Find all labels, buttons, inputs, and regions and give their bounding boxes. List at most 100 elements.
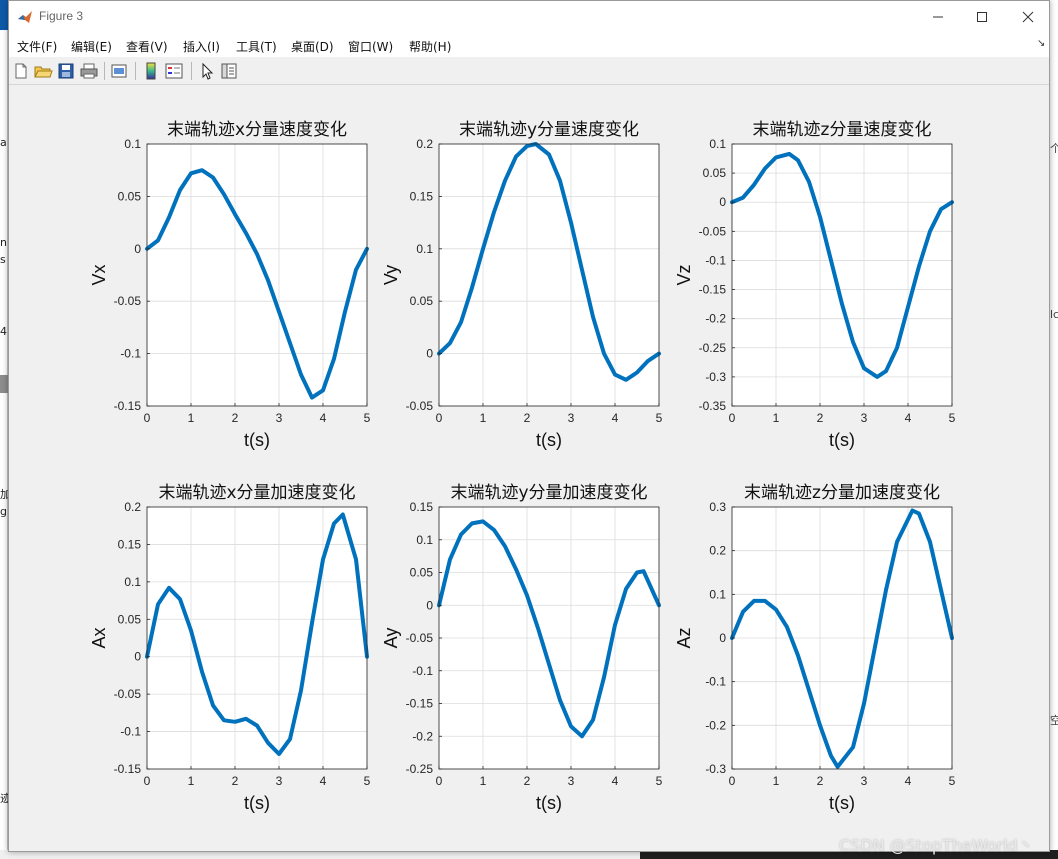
- y-tick-label: 0.05: [410, 566, 434, 580]
- y-tick-label: 0.2: [416, 137, 433, 151]
- y-tick-label: -0.05: [406, 399, 434, 413]
- print-icon[interactable]: [79, 61, 99, 81]
- y-tick-label: 0.05: [118, 612, 142, 626]
- x-tick-label: 3: [861, 774, 868, 788]
- open-file-icon[interactable]: [33, 61, 53, 81]
- x-tick-label: 0: [729, 411, 736, 425]
- toolbar-separator: [104, 62, 105, 80]
- subplot-grid[interactable]: 0 1 2 3 4 50.10.050-0.05-0.1-0.15末端轨迹x分量速度变化t…: [9, 86, 1049, 851]
- x-axis-label: t(s): [244, 430, 270, 450]
- menu-help[interactable]: 帮助(H): [409, 38, 451, 55]
- x-tick-label: 4: [612, 774, 619, 788]
- minimize-icon: [933, 16, 943, 18]
- axes-1[interactable]: 0 1 2 3 4 5 0.1 0.05 0 -0.05 -0.1 -0.15 末端轨迹x分量速度变化 t…: [89, 120, 371, 450]
- x-tick-label: 3: [568, 774, 575, 788]
- x-tick-label: 1: [773, 411, 780, 425]
- watermark: CSDN @StopTheWorld丶: [839, 836, 1034, 855]
- y-tick-label: 0.3: [709, 500, 726, 514]
- axes-background: [732, 144, 952, 406]
- axes-title: 末端轨迹x分量速度变化: [167, 120, 347, 140]
- figure-window: Figure 3 文件(F) 编辑(E) 查看(V) 插入(I) 工具(T) 桌…: [8, 0, 1050, 855]
- x-tick-label: 5: [656, 774, 663, 788]
- menu-tools[interactable]: 工具(T): [236, 38, 277, 55]
- x-tick-label: 5: [656, 411, 663, 425]
- axes-background: [147, 507, 367, 769]
- insert-legend-icon[interactable]: [164, 61, 184, 81]
- y-tick-label: -0.15: [406, 697, 434, 711]
- print-preview-icon[interactable]: [109, 61, 129, 81]
- background-app-left: a n s 4 加 g 迹: [0, 0, 11, 859]
- x-tick-label: 1: [188, 774, 195, 788]
- y-tick-label: 0: [719, 195, 726, 209]
- menu-bar: 文件(F) 编辑(E) 查看(V) 插入(I) 工具(T) 桌面(D) 窗口(W…: [9, 33, 1049, 57]
- y-tick-label: -0.1: [412, 664, 433, 678]
- menu-file[interactable]: 文件(F): [17, 38, 57, 55]
- x-tick-label: 2: [232, 774, 239, 788]
- x-tick-label: 1: [773, 774, 780, 788]
- y-tick-label: 0.1: [416, 242, 433, 256]
- axes-2[interactable]: 0 1 2 3 4 50.20.150.10.050-0.05末端轨迹y分量速度变化t(s…: [381, 120, 663, 450]
- axes-title: 末端轨迹z分量加速度变化: [744, 483, 940, 503]
- x-tick-label: 4: [320, 774, 327, 788]
- menu-window[interactable]: 窗口(W): [348, 38, 393, 55]
- x-tick-label: 4: [905, 411, 912, 425]
- property-inspector-icon[interactable]: [219, 61, 239, 81]
- insert-colorbar-icon[interactable]: [141, 61, 161, 81]
- y-tick-label: -0.25: [406, 762, 434, 776]
- y-tick-label: -0.25: [699, 341, 727, 355]
- axes-3[interactable]: 0 1 2 3 4 5 0.1 0.05 0 -0.05 -0.1 -0.15 -0.2 -0.25 -0.…: [674, 120, 956, 450]
- minimize-button[interactable]: [915, 1, 961, 33]
- y-tick-label: 0.05: [118, 189, 142, 203]
- x-tick-label: 3: [276, 774, 283, 788]
- menu-view[interactable]: 查看(V): [126, 38, 168, 55]
- y-tick-label: -0.2: [705, 718, 726, 732]
- y-tick-label: -0.15: [114, 762, 142, 776]
- background-app-right: 个 lc 空: [1050, 0, 1058, 859]
- x-axis-label: t(s): [536, 793, 562, 813]
- y-tick-label: 0: [719, 631, 726, 645]
- axes-title: 末端轨迹y分量速度变化: [459, 120, 639, 140]
- menu-desktop[interactable]: 桌面(D): [291, 38, 334, 55]
- x-tick-label: 0: [144, 774, 151, 788]
- y-tick-label: 0: [134, 650, 141, 664]
- x-tick-label: 5: [949, 774, 956, 788]
- x-tick-label: 1: [480, 411, 487, 425]
- y-tick-label: -0.2: [412, 729, 433, 743]
- edit-plot-arrow-icon[interactable]: [197, 61, 217, 81]
- dock-arrow-icon[interactable]: ↘: [1037, 38, 1045, 49]
- y-axis-label: Vz: [674, 264, 694, 285]
- maximize-button[interactable]: [959, 1, 1005, 33]
- axes-title: 末端轨迹x分量加速度变化: [158, 483, 355, 503]
- y-tick-label: 0.15: [410, 500, 434, 514]
- y-tick-label: 0: [426, 598, 433, 612]
- y-tick-label: 0: [134, 242, 141, 256]
- menu-edit[interactable]: 编辑(E): [71, 38, 112, 55]
- y-tick-label: 0.2: [124, 500, 141, 514]
- title-bar[interactable]: Figure 3: [9, 1, 1049, 33]
- axes-5[interactable]: 0 1 2 3 4 5 0.15 0.1 0.05 0 -0.05 -0.1 -0.15 -0.2 -0.2…: [381, 483, 663, 813]
- y-tick-label: -0.2: [705, 312, 726, 326]
- figure-canvas[interactable]: 0 1 2 3 4 5 0.1 0.05 0 -0.05 -0.1 -0.15 末端轨迹x分量速度变化 t…: [9, 86, 1049, 855]
- axes-background: [439, 144, 659, 406]
- y-tick-label: -0.1: [120, 725, 141, 739]
- maximize-icon: [977, 12, 987, 22]
- y-tick-label: 0.1: [709, 137, 726, 151]
- y-tick-label: 0: [426, 347, 433, 361]
- menu-insert[interactable]: 插入(I): [183, 38, 220, 55]
- background-app-header: [0, 0, 8, 30]
- close-button[interactable]: [1005, 1, 1051, 33]
- new-figure-icon[interactable]: [11, 61, 31, 81]
- y-tick-label: -0.05: [114, 294, 142, 308]
- y-axis-label: Vx: [89, 264, 109, 285]
- x-tick-label: 4: [905, 774, 912, 788]
- matlab-logo-icon: [18, 11, 32, 23]
- x-axis-label: t(s): [829, 793, 855, 813]
- toolbar-separator: [191, 62, 192, 80]
- x-tick-label: 3: [568, 411, 575, 425]
- axes-4[interactable]: 0 1 2 3 4 5 0.2 0.15 0.1 0.05 0 -0.05 -0.1 -0.15 末端轨迹x…: [89, 483, 371, 813]
- x-tick-label: 5: [364, 411, 371, 425]
- x-tick-label: 0: [436, 774, 443, 788]
- axes-6[interactable]: 0 1 2 3 4 5 0.3 0.2 0.1 0 -0.1 -0.2 -0.3 末端轨迹z分量加速度变化…: [674, 483, 956, 813]
- save-icon[interactable]: [56, 61, 76, 81]
- y-axis-label: Vy: [381, 265, 401, 285]
